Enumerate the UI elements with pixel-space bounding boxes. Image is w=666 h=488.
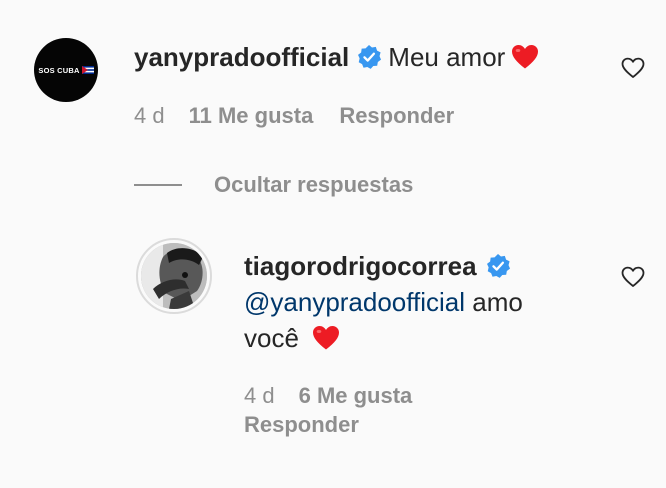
like-reply-button[interactable] xyxy=(620,265,646,289)
comment-age: 4 d xyxy=(134,103,165,128)
comment-username[interactable]: yanypradoofficial xyxy=(134,42,349,73)
verified-badge-icon xyxy=(485,253,511,279)
reply-meta: 4 d 6 Me gusta xyxy=(244,381,412,411)
reply-header: tiagorodrigocorrea xyxy=(244,249,517,283)
heart-outline-icon xyxy=(621,57,645,78)
avatar[interactable]: SOS CUBA xyxy=(34,38,98,102)
reply-reply-button[interactable]: Responder xyxy=(244,410,359,440)
comment-meta: 4 d 11 Me gusta Responder xyxy=(134,101,454,131)
reply-avatar[interactable] xyxy=(136,238,212,314)
comment-reply-button[interactable]: Responder xyxy=(339,103,454,129)
like-comment-button[interactable] xyxy=(620,56,646,80)
comment-body: yanypradoofficial Meu amor xyxy=(134,40,539,74)
mention-link[interactable]: @yanypradoofficial xyxy=(244,287,465,317)
hide-replies-button[interactable]: Ocultar respuestas xyxy=(134,170,413,200)
cuba-flag-icon xyxy=(81,66,94,74)
divider xyxy=(134,184,182,186)
reply-likes-link[interactable]: 6 Me gusta xyxy=(299,383,413,409)
reply-body: @yanypradoofficial amo você xyxy=(244,284,584,356)
profile-photo xyxy=(141,243,207,309)
verified-badge-icon xyxy=(356,44,382,70)
comment-likes-link[interactable]: 11 Me gusta xyxy=(189,103,314,129)
reply-username[interactable]: tiagorodrigocorrea xyxy=(244,251,477,282)
red-heart-emoji-icon xyxy=(312,324,340,350)
avatar-logo: SOS CUBA xyxy=(38,66,94,75)
reply-age: 4 d xyxy=(244,383,275,408)
heart-outline-icon xyxy=(621,266,645,287)
comments-panel: SOS CUBA yanypradoofficial Meu amor 4 d … xyxy=(0,0,666,488)
hide-replies-label: Ocultar respuestas xyxy=(214,172,414,197)
comment-text: Meu amor xyxy=(388,41,506,72)
red-heart-emoji-icon xyxy=(511,44,539,70)
